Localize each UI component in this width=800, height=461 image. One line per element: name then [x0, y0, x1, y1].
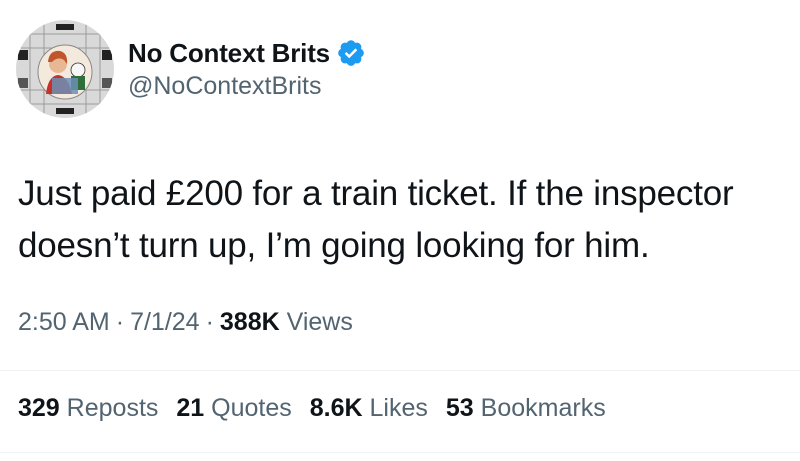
views-count[interactable]: 388K: [220, 308, 280, 336]
tweet-date[interactable]: 7/1/24: [130, 308, 200, 336]
stat-label: Likes: [369, 394, 428, 422]
stat-label: Bookmarks: [480, 394, 606, 422]
stat-count: 21: [176, 394, 205, 422]
views-label: Views: [286, 308, 353, 336]
stat-label: Quotes: [211, 394, 292, 422]
author-names: No Context Brits @NoContextBrits: [128, 20, 366, 101]
tweet-text-line: doesn’t turn up, I’m going looking for h…: [18, 226, 650, 265]
stat-quotes[interactable]: 21 Quotes: [176, 394, 291, 423]
stat-count: 329: [18, 394, 60, 422]
test-card-avatar-icon: [16, 20, 114, 118]
meta-separator: ·: [115, 308, 125, 336]
author-handle[interactable]: @NoContextBrits: [128, 72, 366, 101]
tweet-text-line: Just paid £200 for a train ticket. If th…: [18, 174, 734, 213]
stat-count: 8.6K: [309, 394, 363, 422]
display-name[interactable]: No Context Brits: [128, 38, 330, 69]
stat-reposts[interactable]: 329 Reposts: [18, 394, 158, 423]
tweet-meta: 2:50 AM · 7/1/24 · 388K Views: [18, 308, 353, 337]
tweet-card: No Context Brits @NoContextBrits Just pa…: [0, 0, 800, 461]
verified-badge-icon[interactable]: [336, 38, 366, 68]
tweet-text: Just paid £200 for a train ticket. If th…: [18, 168, 788, 272]
tweet-time[interactable]: 2:50 AM: [18, 308, 110, 336]
stat-count: 53: [445, 394, 474, 422]
engagement-stats: 329 Reposts 21 Quotes 8.6K Likes 53 Book…: [18, 394, 624, 423]
display-name-row: No Context Brits: [128, 36, 366, 70]
stat-likes[interactable]: 8.6K Likes: [310, 394, 428, 423]
tweet-header: No Context Brits @NoContextBrits: [16, 20, 366, 120]
avatar[interactable]: [16, 20, 114, 118]
meta-separator: ·: [205, 308, 214, 336]
divider: [0, 452, 800, 453]
stat-label: Reposts: [66, 394, 159, 422]
divider: [0, 370, 800, 371]
stat-bookmarks[interactable]: 53 Bookmarks: [446, 394, 606, 423]
